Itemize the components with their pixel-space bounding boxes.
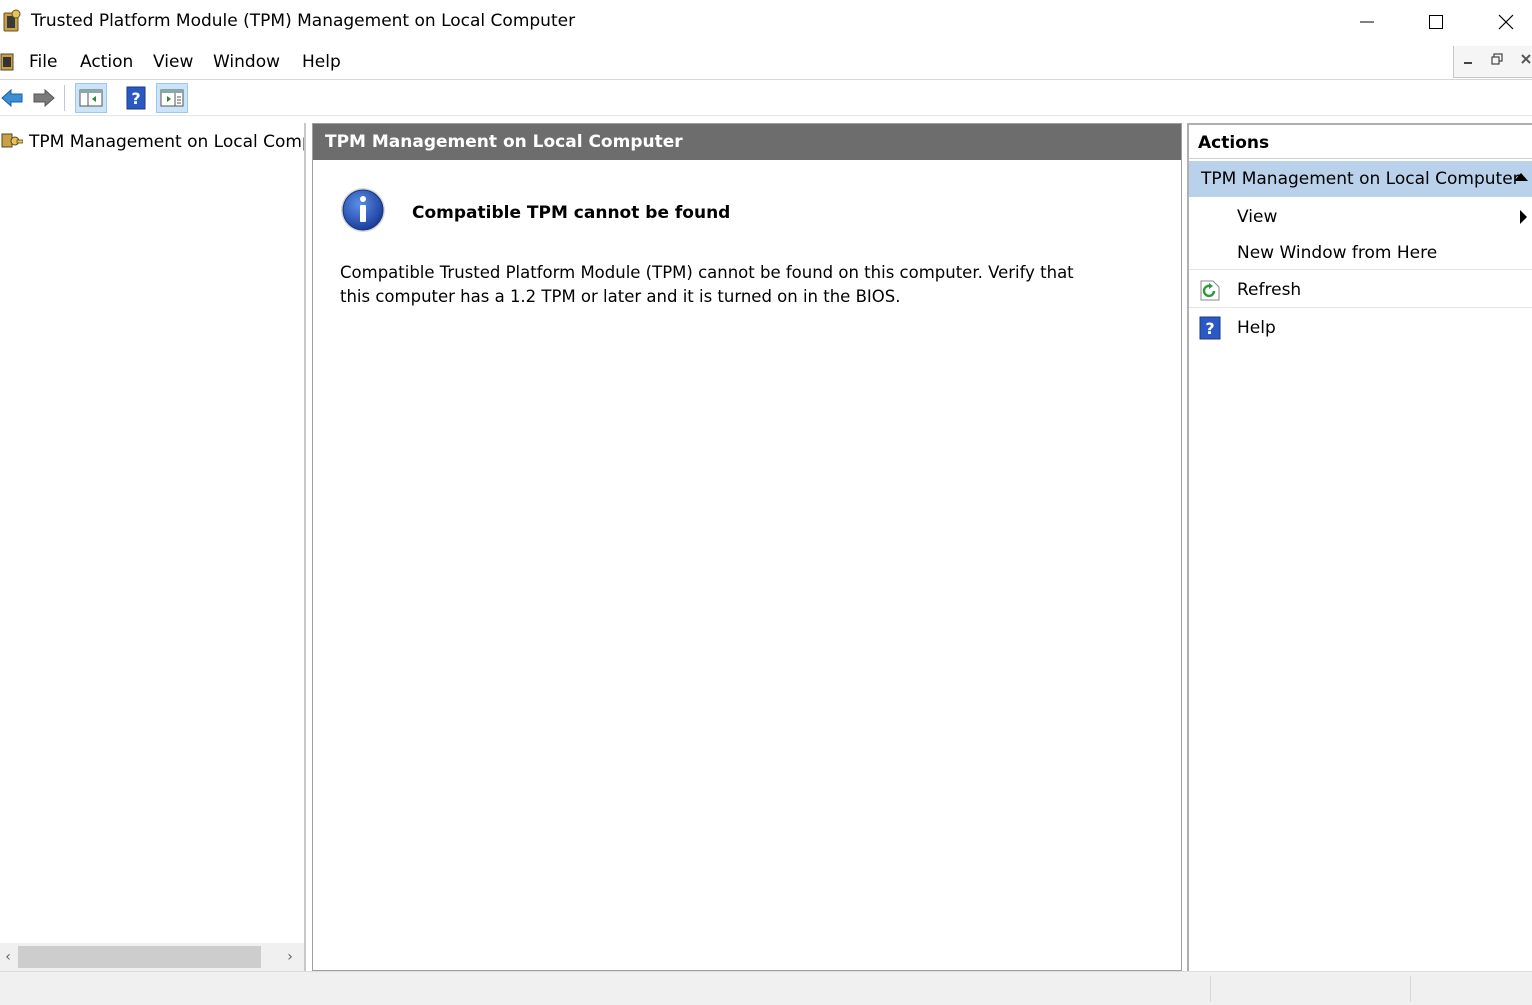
help-icon: ? (1199, 316, 1221, 340)
results-pane-header: TPM Management on Local Computer (313, 124, 1181, 160)
menu-help[interactable]: Help (302, 52, 341, 72)
action-refresh[interactable]: Refresh (1189, 272, 1532, 308)
horizontal-scrollbar[interactable]: ‹ › (0, 943, 304, 971)
mdi-restore-button[interactable] (1486, 50, 1508, 72)
menu-action[interactable]: Action (80, 52, 133, 72)
actions-separator (1189, 269, 1532, 270)
scrollbar-thumb[interactable] (18, 946, 261, 968)
action-view-label: View (1237, 207, 1278, 227)
results-pane-title: TPM Management on Local Computer (325, 132, 683, 152)
close-button[interactable] (1471, 0, 1532, 44)
actions-group-label: TPM Management on Local Computer (1201, 169, 1520, 189)
actions-title: Actions (1198, 133, 1270, 153)
actions-header: Actions (1189, 125, 1532, 159)
menu-file[interactable]: File (29, 52, 57, 72)
message-body: Compatible Trusted Platform Module (TPM)… (340, 263, 1074, 306)
action-refresh-label: Refresh (1237, 280, 1302, 300)
svg-text:?: ? (131, 89, 140, 108)
title-bar: Trusted Platform Module (TPM) Management… (0, 0, 1532, 44)
menu-view[interactable]: View (153, 52, 193, 72)
close-icon (1498, 14, 1514, 30)
help-icon: ? (126, 86, 146, 110)
actions-pane: Actions TPM Management on Local Computer… (1187, 123, 1532, 971)
collapse-arrow-icon[interactable] (1514, 173, 1528, 181)
scroll-left-arrow-icon[interactable]: ‹ (0, 946, 16, 968)
minimize-button[interactable] (1332, 0, 1402, 44)
minimize-icon (1464, 62, 1472, 64)
mdi-child-controls (1453, 46, 1532, 78)
tree-node-tpm-management[interactable]: TPM Management on Local Computer (0, 129, 304, 155)
actions-group-header[interactable]: TPM Management on Local Computer (1189, 161, 1532, 197)
results-pane: TPM Management on Local Computer Compati… (312, 123, 1182, 971)
svg-text:?: ? (1205, 319, 1214, 338)
status-divider (1410, 976, 1411, 1002)
info-icon (341, 188, 385, 232)
forward-arrow-icon (33, 88, 55, 108)
close-icon (1521, 54, 1531, 64)
window-title: Trusted Platform Module (TPM) Management… (31, 11, 576, 31)
console-tree-pane: TPM Management on Local Computer ‹ › (0, 123, 306, 971)
actions-separator (1189, 307, 1532, 308)
show-hide-action-pane-button[interactable] (156, 83, 188, 113)
toolbar-separator (64, 85, 65, 111)
console-icon[interactable] (0, 52, 16, 72)
action-view[interactable]: View (1189, 199, 1532, 235)
refresh-icon (1200, 280, 1220, 301)
back-button[interactable] (0, 83, 28, 113)
action-new-window-label: New Window from Here (1237, 243, 1438, 263)
status-divider (1210, 976, 1211, 1002)
restore-icon (1491, 53, 1503, 65)
message-title: Compatible TPM cannot be found (412, 203, 731, 223)
menu-bar: File Action View Window Help (0, 44, 1532, 80)
action-new-window[interactable]: New Window from Here (1189, 235, 1532, 271)
forward-button[interactable] (28, 83, 60, 113)
action-help-label: Help (1237, 318, 1276, 338)
show-hide-console-tree-icon (79, 89, 103, 107)
help-toolbar-button[interactable]: ? (120, 83, 152, 113)
tree-node-label: TPM Management on Local Computer (29, 132, 304, 152)
show-hide-console-tree-button[interactable] (75, 83, 107, 113)
back-arrow-icon (1, 88, 23, 108)
action-help[interactable]: ? Help (1189, 310, 1532, 346)
mdi-minimize-button[interactable] (1457, 50, 1479, 72)
submenu-arrow-icon (1520, 210, 1527, 224)
tpm-key-icon (1, 133, 23, 148)
show-hide-action-pane-icon (160, 89, 184, 107)
minimize-icon (1360, 21, 1374, 23)
toolbar: ? (0, 81, 1532, 116)
maximize-button[interactable] (1401, 0, 1471, 44)
menu-window[interactable]: Window (213, 52, 280, 72)
mdi-close-button[interactable] (1515, 50, 1532, 72)
status-bar (0, 971, 1532, 1005)
maximize-icon (1429, 15, 1443, 29)
scroll-right-arrow-icon[interactable]: › (282, 946, 298, 968)
tpm-chip-key-icon (3, 9, 21, 32)
